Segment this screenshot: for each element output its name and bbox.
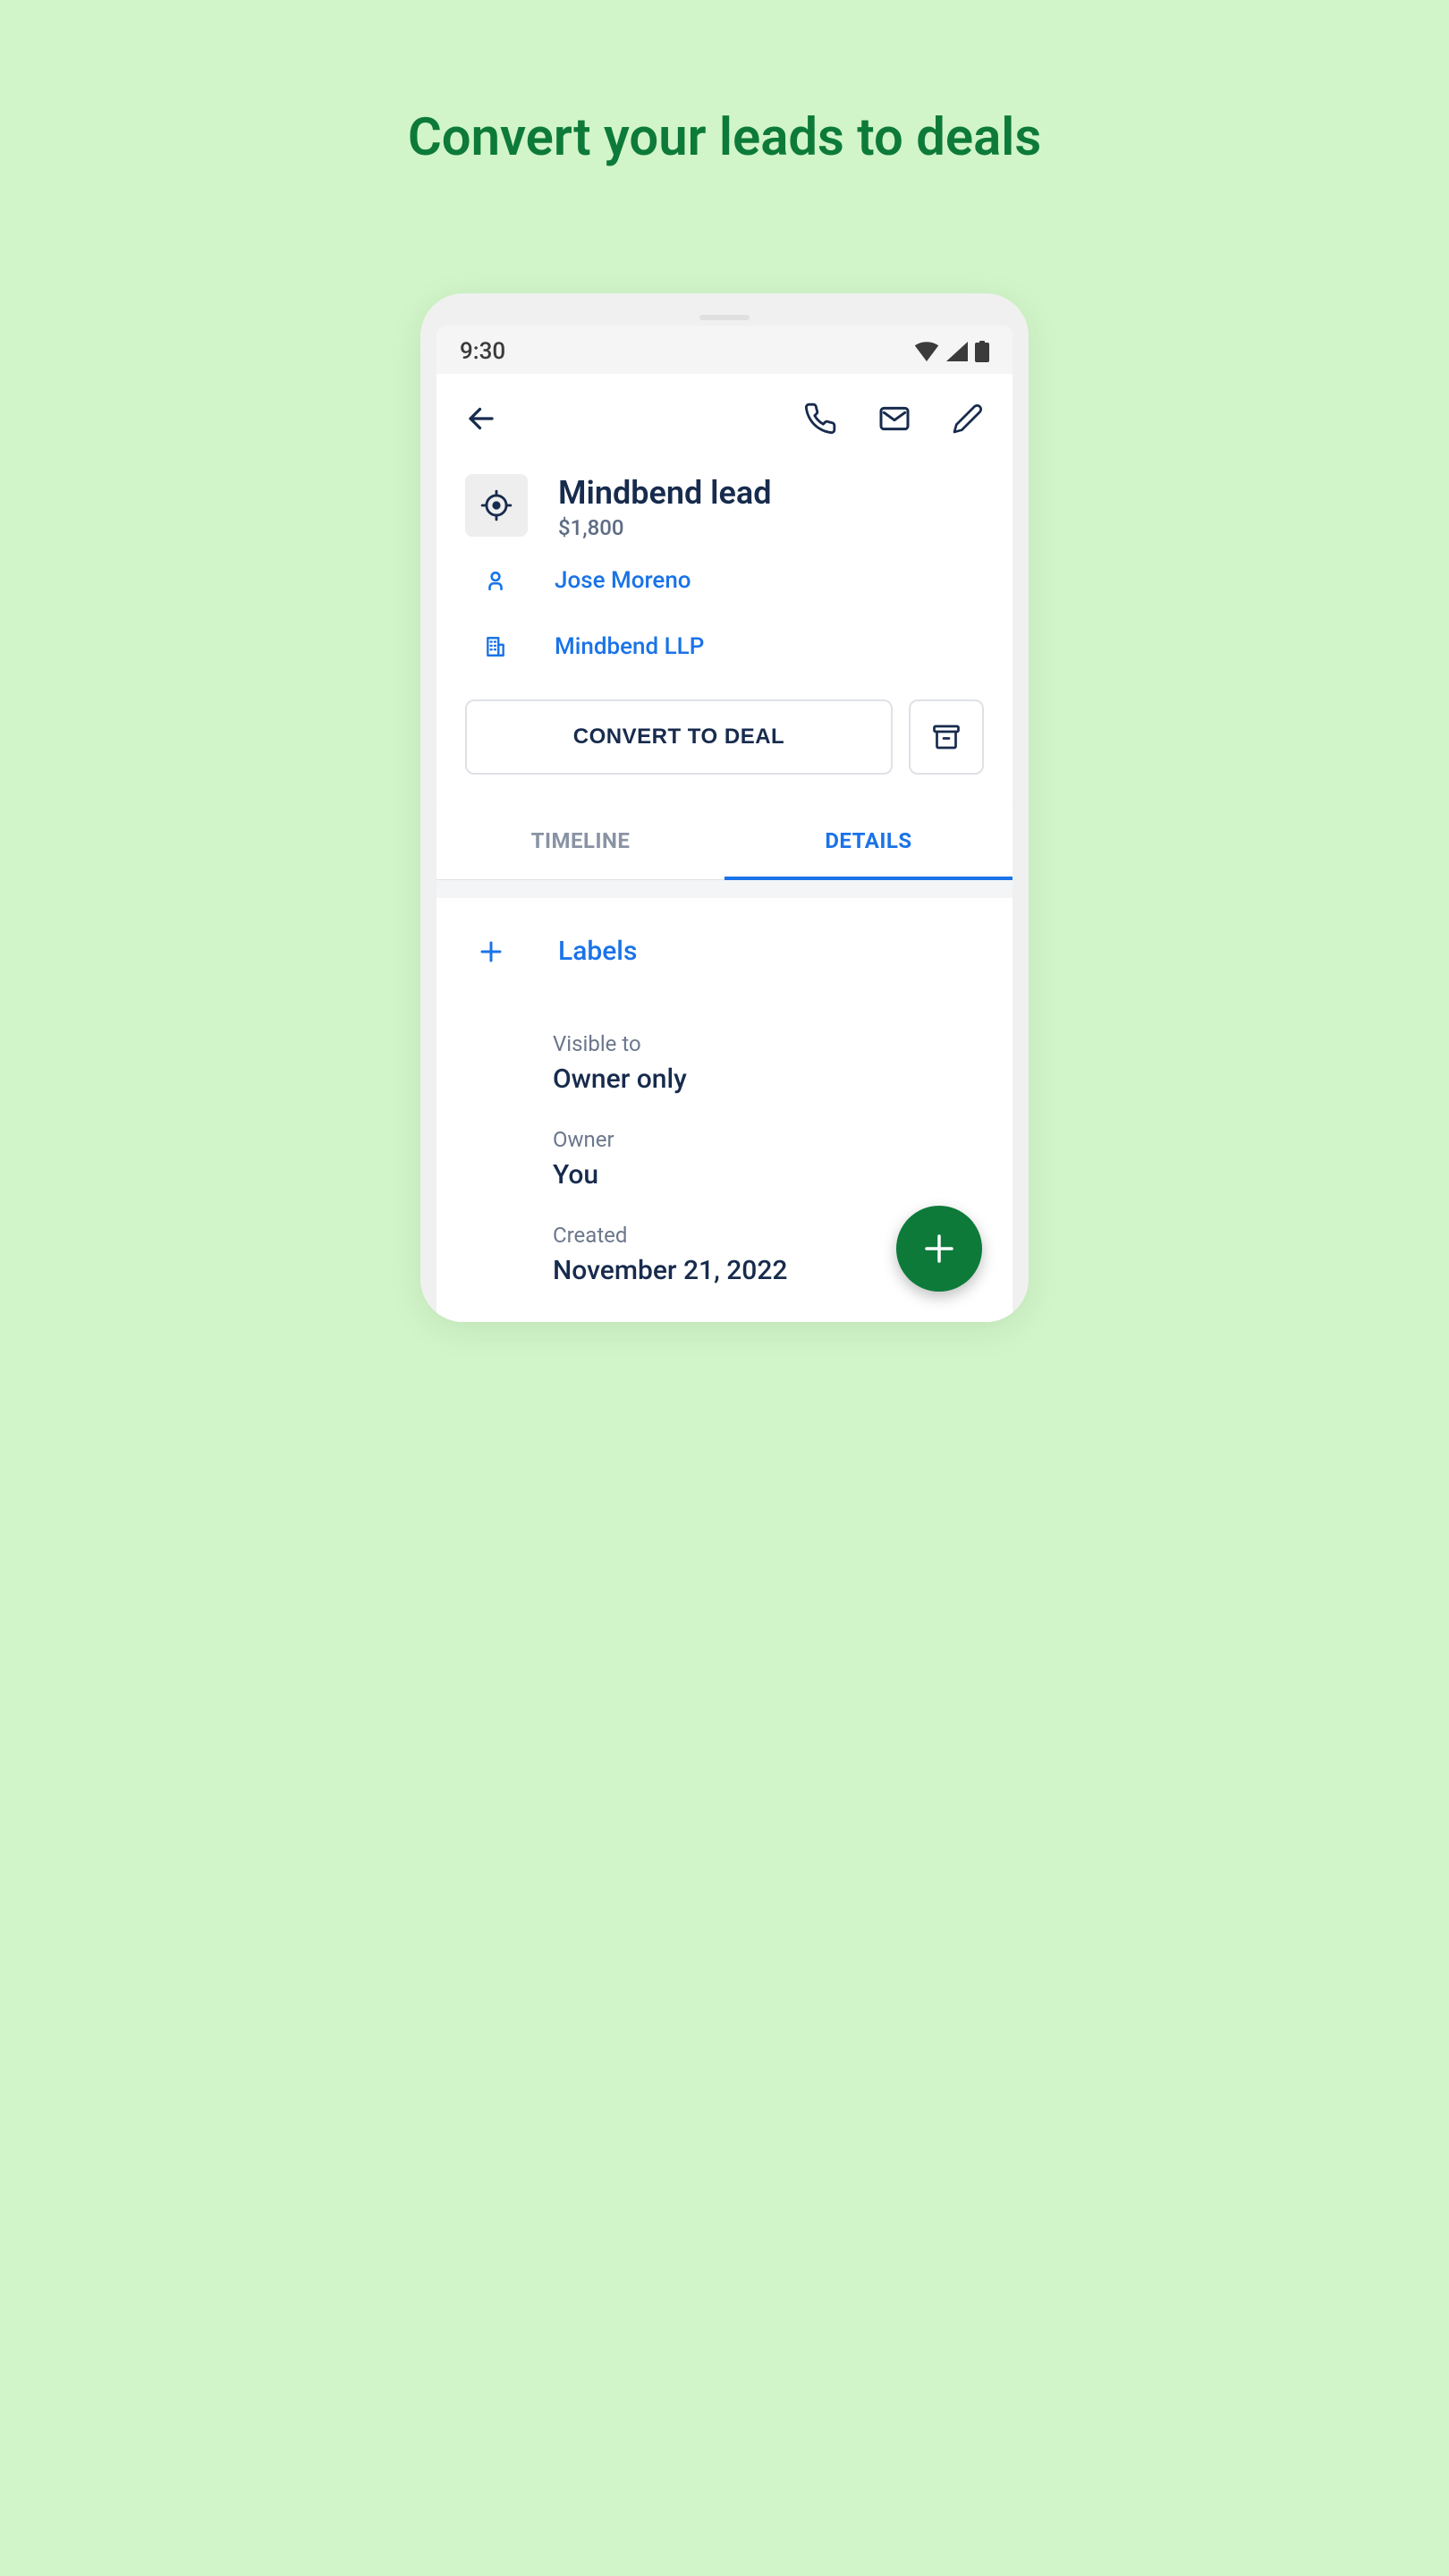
contact-name: Jose Moreno: [555, 567, 691, 594]
field-value-owner: You: [553, 1159, 984, 1191]
tab-timeline[interactable]: TIMELINE: [436, 805, 724, 879]
target-icon: [479, 488, 513, 522]
signal-icon: [946, 342, 968, 361]
screen: 9:30: [436, 326, 1013, 1322]
field-visible-to: Visible to Owner only: [465, 1031, 984, 1095]
phone-frame: 9:30: [420, 293, 1029, 1322]
field-owner: Owner You: [465, 1127, 984, 1191]
field-value-visible: Owner only: [553, 1063, 984, 1095]
labels-row[interactable]: Labels: [465, 925, 984, 999]
person-icon: [483, 569, 508, 592]
labels-heading: Labels: [558, 936, 637, 967]
contact-link[interactable]: Jose Moreno: [436, 547, 1013, 614]
archive-icon: [930, 721, 962, 753]
field-label-visible: Visible to: [553, 1031, 984, 1056]
wifi-icon: [914, 342, 939, 361]
action-row: CONVERT TO DEAL: [436, 680, 1013, 805]
email-button[interactable]: [877, 401, 912, 436]
marketing-headline: Convert your leads to deals: [408, 107, 1041, 168]
plus-icon: [478, 938, 504, 965]
pencil-icon: [952, 402, 984, 435]
lead-header: Mindbend lead $1,800: [436, 460, 1013, 547]
appbar: [436, 374, 1013, 460]
tab-details[interactable]: DETAILS: [724, 805, 1013, 880]
field-label-owner: Owner: [553, 1127, 984, 1152]
statusbar-icons: [914, 341, 989, 362]
mail-icon: [877, 401, 912, 436]
lead-amount: $1,800: [558, 515, 772, 540]
organization-name: Mindbend LLP: [555, 633, 704, 660]
fab-add[interactable]: [896, 1206, 982, 1292]
archive-button[interactable]: [909, 699, 984, 775]
tabs: TIMELINE DETAILS: [436, 805, 1013, 880]
back-button[interactable]: [465, 402, 497, 435]
statusbar: 9:30: [436, 326, 1013, 374]
phone-icon: [803, 402, 837, 436]
arrow-left-icon: [465, 402, 497, 435]
statusbar-time: 9:30: [460, 338, 505, 365]
plus-icon: [920, 1230, 958, 1267]
building-icon: [483, 635, 508, 658]
lead-avatar: [465, 474, 528, 537]
lead-title: Mindbend lead: [558, 474, 772, 512]
edit-button[interactable]: [952, 402, 984, 435]
convert-button[interactable]: CONVERT TO DEAL: [465, 699, 893, 775]
call-button[interactable]: [803, 402, 837, 436]
battery-icon: [975, 341, 989, 362]
organization-link[interactable]: Mindbend LLP: [436, 614, 1013, 680]
